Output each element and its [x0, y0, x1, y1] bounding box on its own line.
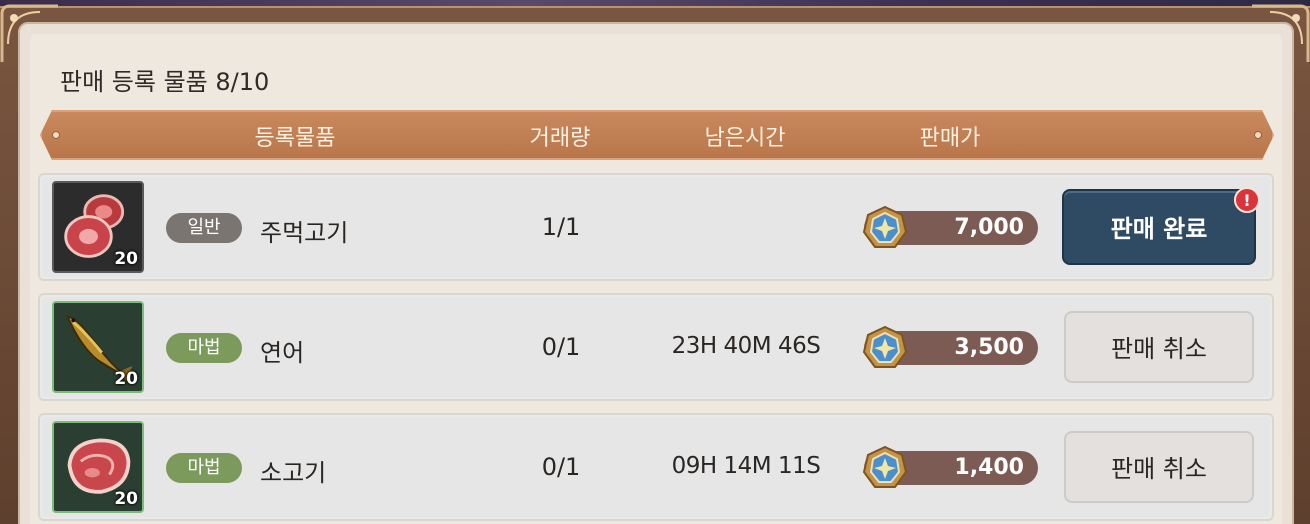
list-item: 20 마법 소고기 0/1 09H 14M 11S 1,400 판매 취소 — [38, 413, 1274, 521]
sale-cancel-button[interactable]: 판매 취소 — [1064, 311, 1254, 383]
remaining-time: 23H 40M 46S — [671, 333, 821, 359]
item-quantity: 20 — [114, 369, 138, 389]
item-slot[interactable]: 20 — [52, 181, 144, 273]
price-value: 3,500 — [954, 335, 1024, 360]
grade-badge: 마법 — [166, 333, 242, 363]
header-price: 판매가 — [919, 126, 981, 151]
header-ornament-icon — [52, 131, 60, 139]
grade-badge: 마법 — [166, 453, 242, 483]
alert-badge-icon: ! — [1234, 187, 1260, 213]
list-item: 20 마법 연어 0/1 23H 40M 46S 3,500 판매 취소 — [38, 293, 1274, 401]
coin-icon — [862, 205, 908, 248]
trade-count: 0/1 — [541, 453, 581, 481]
grade-badge: 일반 — [166, 213, 242, 243]
list-header: 등록물품 거래량 남은시간 판매가 — [40, 110, 1274, 160]
item-quantity: 20 — [114, 249, 138, 269]
sale-complete-button[interactable]: 판매 완료 ! — [1062, 187, 1260, 265]
header-time: 남은시간 — [704, 126, 786, 151]
item-slot[interactable]: 20 — [52, 301, 144, 393]
remaining-time: 09H 14M 11S — [671, 453, 821, 479]
item-slot[interactable]: 20 — [52, 421, 144, 513]
price-value: 1,400 — [954, 455, 1024, 480]
coin-icon — [862, 325, 908, 368]
item-quantity: 20 — [114, 489, 138, 509]
sale-cancel-button[interactable]: 판매 취소 — [1064, 431, 1254, 503]
section-title: 판매 등록 물품 8/10 — [60, 68, 270, 96]
trade-count: 1/1 — [541, 213, 581, 241]
item-name: 소고기 — [260, 459, 327, 487]
header-ornament-icon — [1254, 131, 1262, 139]
coin-icon — [862, 445, 908, 488]
header-item: 등록물품 — [254, 126, 336, 151]
price-value: 7,000 — [954, 215, 1024, 240]
trade-count: 0/1 — [541, 333, 581, 361]
item-name: 연어 — [260, 339, 305, 367]
list-item: 20 일반 주먹고기 1/1 7,000 판매 완료 ! — [38, 173, 1274, 281]
item-name: 주먹고기 — [260, 219, 349, 247]
header-trade: 거래량 — [529, 126, 591, 151]
